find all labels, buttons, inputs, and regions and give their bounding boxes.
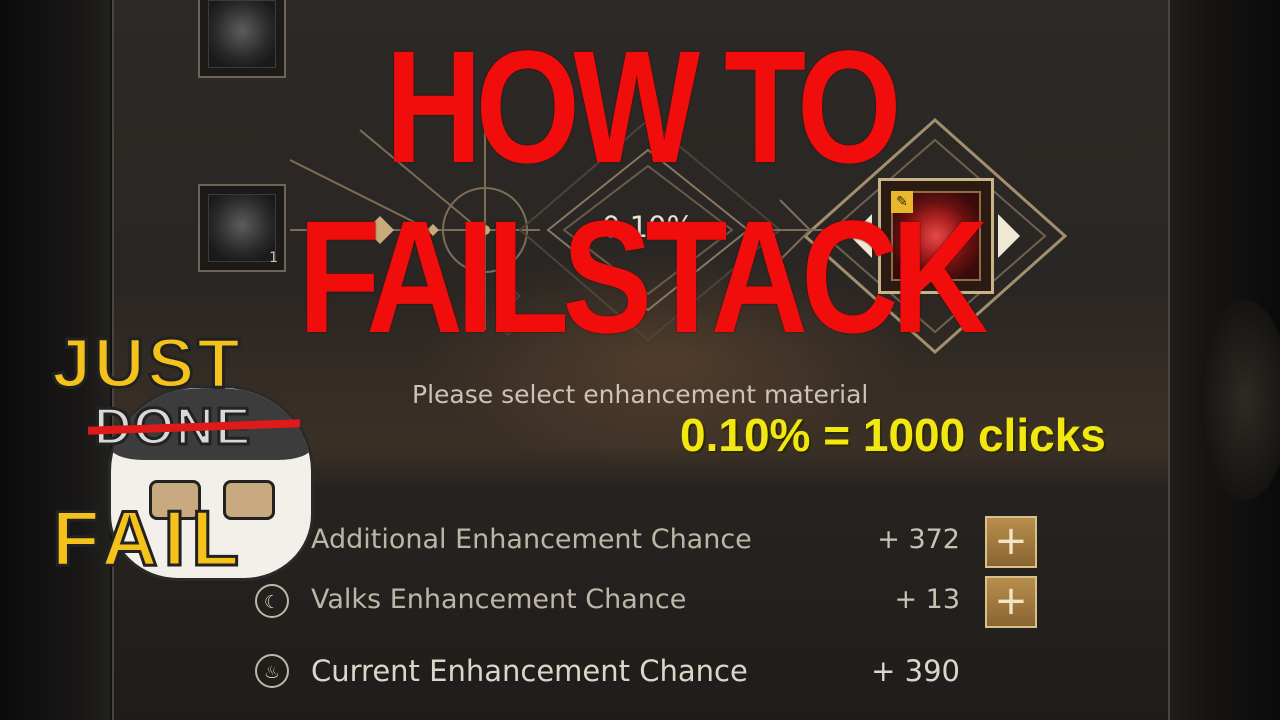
stat-label: Additional Enhancement Chance <box>311 524 752 555</box>
stat-row-current: ♨ Current Enhancement Chance + 390 <box>255 646 1055 696</box>
stat-label: Current Enhancement Chance <box>311 654 748 688</box>
stat-value: + 13 <box>894 584 960 615</box>
add-additional-chance-button[interactable]: + <box>985 516 1037 568</box>
select-material-message: Please select enhancement material <box>412 380 869 409</box>
video-title: HOW TO FAILSTACK <box>298 17 988 366</box>
add-valks-chance-button[interactable]: + <box>985 576 1037 628</box>
stat-value: + 372 <box>877 524 960 555</box>
moon-icon: ☾ <box>255 584 289 618</box>
logo-word-fail: FAIL <box>51 493 245 584</box>
clicks-note: 0.10% = 1000 clicks <box>680 409 1106 461</box>
flame-icon: ♨ <box>255 654 289 688</box>
stat-row-additional: ➶ Additional Enhancement Chance + 372 + <box>255 516 1055 568</box>
stat-row-valks: ☾ Valks Enhancement Chance + 13 + <box>255 576 1055 628</box>
stat-label: Valks Enhancement Chance <box>311 584 687 615</box>
stat-value: + 390 <box>871 654 960 688</box>
